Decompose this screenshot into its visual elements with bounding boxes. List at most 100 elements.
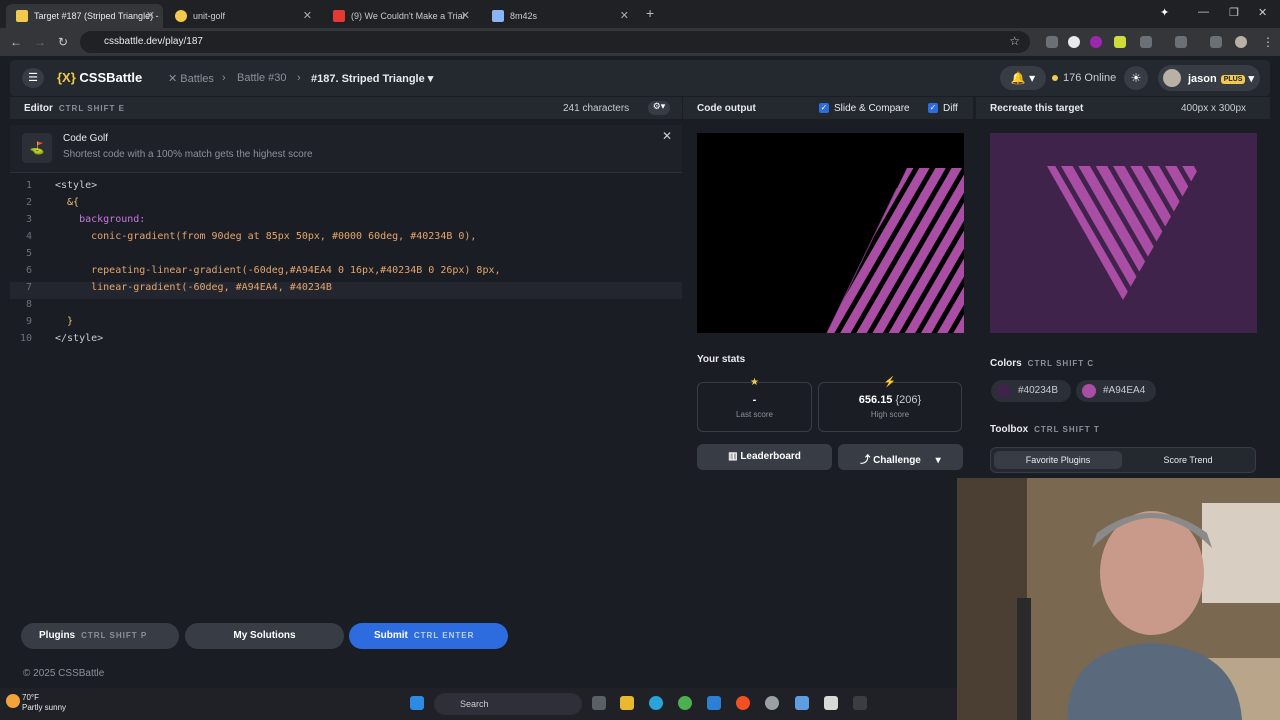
- editor-title: Editor CTRL SHIFT E: [24, 103, 125, 114]
- code-line[interactable]: 9 }: [10, 316, 682, 333]
- code-line[interactable]: 5: [10, 248, 682, 265]
- last-score-value: -: [752, 394, 757, 406]
- close-tab-icon[interactable]: ✕: [461, 9, 470, 22]
- url-text: cssbattle.dev/play/187: [104, 36, 203, 47]
- cssbattle-logo[interactable]: {X} CSSBattle: [57, 70, 142, 85]
- more-icon[interactable]: ⋮: [1262, 35, 1274, 49]
- golf-flag-icon: ⛳: [22, 133, 52, 163]
- menu-icon[interactable]: [1210, 36, 1222, 48]
- submit-shortcut: CTRL ENTER: [413, 631, 475, 640]
- my-solutions-button[interactable]: My Solutions: [185, 623, 344, 649]
- user-menu[interactable]: jason PLUS ▾: [1158, 65, 1260, 91]
- editor-header: Editor CTRL SHIFT E 241 characters ⚙▾: [10, 97, 682, 119]
- edge-icon[interactable]: [649, 696, 663, 710]
- code-line[interactable]: 10 </style>: [10, 333, 682, 350]
- extension-icon[interactable]: [1068, 36, 1080, 48]
- code-line[interactable]: 3 background:: [10, 214, 682, 231]
- plugins-button[interactable]: Plugins CTRL SHIFT P: [21, 623, 179, 649]
- tab-title: (9) We Couldn't Make a Triangle: [351, 11, 466, 21]
- profile-avatar-icon[interactable]: [1235, 36, 1247, 48]
- crumb-target[interactable]: #187. Striped Triangle ▾: [311, 72, 433, 85]
- code-line[interactable]: 2 &{: [10, 197, 682, 214]
- close-icon[interactable]: ✕: [662, 129, 672, 143]
- tab-favorite-plugins[interactable]: Favorite Plugins: [994, 451, 1122, 469]
- tab-unit-golf[interactable]: unit-golf ✕: [165, 4, 320, 28]
- new-tab-icon[interactable]: +: [646, 5, 654, 21]
- extensions-puzzle-icon[interactable]: [1140, 36, 1152, 48]
- submit-button[interactable]: Submit CTRL ENTER: [349, 623, 508, 649]
- obs-icon[interactable]: [765, 696, 779, 710]
- extension-icon[interactable]: [1046, 36, 1058, 48]
- chevron-down-icon[interactable]: ▾: [936, 455, 941, 466]
- forward-icon[interactable]: →: [34, 35, 46, 49]
- snipping-tool-icon[interactable]: [824, 696, 838, 710]
- notifications-bell-icon[interactable]: 🔔 ▾: [1000, 66, 1046, 90]
- hamburger-menu-icon[interactable]: ☰: [22, 68, 44, 88]
- extension-icon[interactable]: [1090, 36, 1102, 48]
- code-line-active[interactable]: 7 linear-gradient(-60deg, #A94EA4, #4023…: [10, 282, 682, 299]
- colors-shortcut: CTRL SHIFT C: [1027, 359, 1095, 368]
- extension-icon[interactable]: [1114, 36, 1126, 48]
- tab-target-187[interactable]: Target #187 (Striped Triangle) - ✕: [6, 4, 163, 28]
- windows-start-icon[interactable]: [410, 696, 424, 710]
- notepad-icon[interactable]: [795, 696, 809, 710]
- crumb-battle[interactable]: Battle #30: [237, 72, 287, 84]
- golf-favicon-icon: [175, 10, 187, 22]
- diff-toggle[interactable]: ✓ Diff: [928, 103, 958, 114]
- code-editor[interactable]: 1 <style> 2 &{ 3 background: 4 conic-grad…: [10, 180, 682, 610]
- close-tab-icon[interactable]: ✕: [303, 9, 312, 22]
- browser-tab-strip: Target #187 (Striped Triangle) - ✕ unit-…: [0, 0, 1280, 28]
- code-line[interactable]: 6 repeating-linear-gradient(-60deg,#A94E…: [10, 265, 682, 282]
- challenge-button[interactable]: ⤴ Challenge ▾: [838, 444, 963, 470]
- maximize-icon[interactable]: ❐: [1229, 6, 1239, 19]
- code-line[interactable]: 1 <style>: [10, 180, 682, 197]
- submit-label: Submit: [374, 630, 408, 641]
- bookmark-star-icon[interactable]: ☆: [1009, 34, 1020, 48]
- tab-score-trend[interactable]: Score Trend: [1124, 451, 1252, 469]
- checkbox-icon[interactable]: ✓: [928, 103, 938, 114]
- leaderboard-chart-icon: ▥: [728, 451, 738, 462]
- color-swatch[interactable]: #40234B: [991, 380, 1071, 402]
- chrome-icon[interactable]: [678, 696, 692, 710]
- code-output-preview[interactable]: [697, 133, 964, 333]
- vscode-icon[interactable]: [707, 696, 721, 710]
- color-swatch[interactable]: #A94EA4: [1076, 380, 1156, 402]
- reload-icon[interactable]: ↻: [58, 35, 68, 49]
- crumb-battles[interactable]: ✕ Battles: [168, 72, 214, 85]
- terminal-icon[interactable]: [853, 696, 867, 710]
- checkbox-icon[interactable]: ✓: [819, 103, 829, 114]
- chevron-right-icon: ›: [297, 72, 301, 84]
- output-render: [697, 133, 964, 333]
- cast-icon[interactable]: [1175, 36, 1187, 48]
- high-score-card: ⚡ 656.15 {206} High score: [818, 377, 962, 432]
- close-tab-icon[interactable]: ✕: [620, 9, 629, 22]
- theme-toggle-icon[interactable]: ☀: [1124, 66, 1148, 90]
- character-count: 241 characters: [563, 103, 630, 114]
- weather-widget[interactable]: 70°F Partly sunny: [22, 693, 66, 713]
- code-line[interactable]: 8: [10, 299, 682, 316]
- editor-settings-gear-icon[interactable]: ⚙▾: [648, 101, 670, 115]
- app-icon[interactable]: [736, 696, 750, 710]
- plus-badge: PLUS: [1220, 74, 1246, 84]
- challenge-label: Challenge: [873, 455, 921, 466]
- code-text: <style>: [55, 180, 98, 191]
- task-view-icon[interactable]: [592, 696, 606, 710]
- tab-youtube[interactable]: (9) We Couldn't Make a Triangle ✕: [323, 4, 478, 28]
- close-tab-icon[interactable]: ✕: [146, 9, 155, 22]
- taskbar-search[interactable]: Search: [434, 693, 582, 715]
- minimize-icon[interactable]: —: [1198, 6, 1209, 18]
- sparkle-icon[interactable]: ✦: [1160, 6, 1169, 19]
- target-header: Recreate this target 400px x 300px: [976, 97, 1270, 119]
- temperature: 70°F: [22, 693, 39, 702]
- target-image: [990, 133, 1257, 333]
- back-icon[interactable]: ←: [10, 35, 22, 49]
- url-input[interactable]: cssbattle.dev/play/187 ☆: [80, 31, 1030, 53]
- window-close-icon[interactable]: ✕: [1258, 6, 1267, 19]
- file-explorer-icon[interactable]: [620, 696, 634, 710]
- leaderboard-button[interactable]: ▥ Leaderboard: [697, 444, 832, 470]
- slide-compare-toggle[interactable]: ✓ Slide & Compare: [819, 103, 910, 114]
- high-score-label: High score: [870, 410, 910, 419]
- code-line[interactable]: 4 conic-gradient(from 90deg at 85px 50px…: [10, 231, 682, 248]
- output-title: Code output: [697, 103, 756, 114]
- tab-timer[interactable]: 8m42s ✕: [482, 4, 637, 28]
